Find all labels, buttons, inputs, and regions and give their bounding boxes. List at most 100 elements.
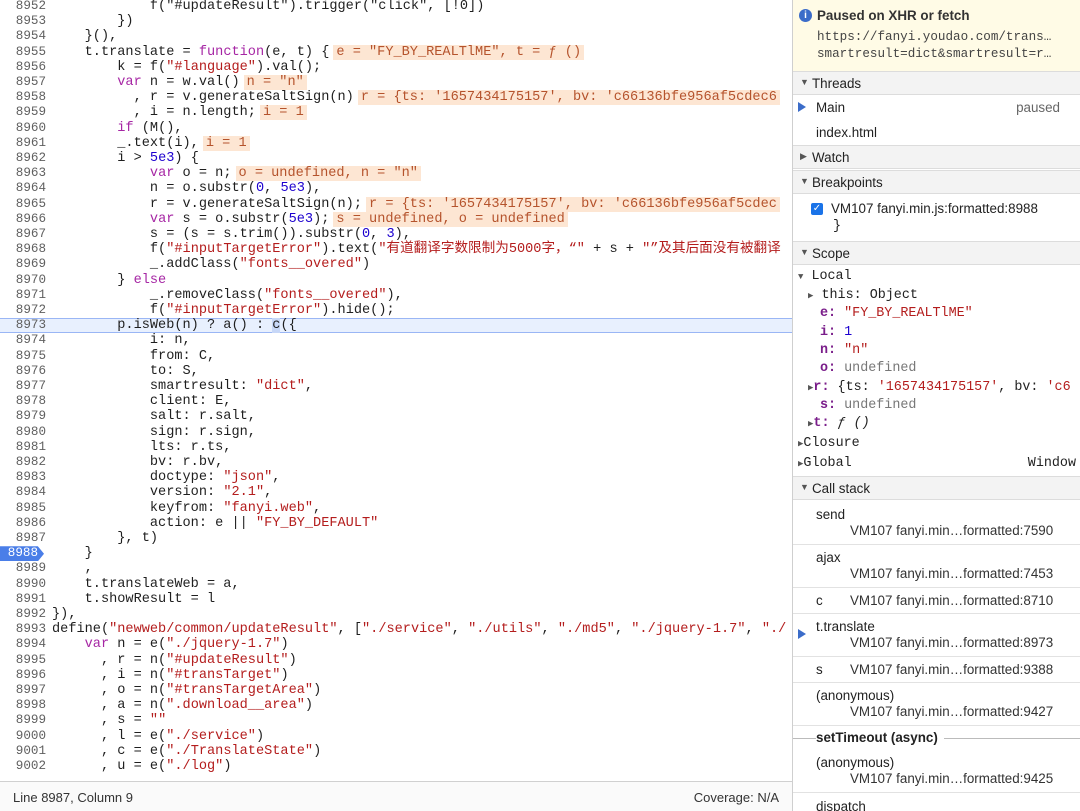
thread-index[interactable]: index.html (793, 120, 1080, 145)
line-number[interactable]: 9000 (0, 729, 46, 744)
code-line[interactable]: 8979 salt: r.salt, (0, 409, 792, 424)
line-number[interactable]: 8966 (0, 212, 46, 227)
thread-main[interactable]: Main paused (793, 95, 1080, 120)
line-number[interactable]: 8956 (0, 60, 46, 75)
line-number[interactable]: 8995 (0, 653, 46, 668)
line-number[interactable]: 8986 (0, 516, 46, 531)
code-line[interactable]: 8991 t.showResult = l (0, 592, 792, 607)
callstack-frame[interactable]: ajax VM107 fanyi.min…formatted:7453 (793, 545, 1080, 587)
code-line[interactable]: 8996 , i = n("#transTarget") (0, 668, 792, 683)
line-number[interactable]: 8985 (0, 501, 46, 516)
line-number[interactable]: 8987 (0, 531, 46, 546)
callstack-frame[interactable]: s VM107 fanyi.min…formatted:9388 (793, 657, 1080, 682)
code-line[interactable]: 8959 , i = n.length; i = 1 (0, 105, 792, 121)
breakpoint-item[interactable]: ✓ VM107 fanyi.min.js:formatted:8988 } (793, 195, 1080, 241)
line-number[interactable]: 8954 (0, 29, 46, 44)
line-number[interactable]: 8982 (0, 455, 46, 470)
code-line[interactable]: 8956 k = f("#language").val(); (0, 60, 792, 75)
line-number[interactable]: 8953 (0, 14, 46, 29)
line-number[interactable]: 8962 (0, 151, 46, 166)
code-line[interactable]: 8961 _.text(i), i = 1 (0, 135, 792, 151)
line-number[interactable]: 8975 (0, 349, 46, 364)
code-line-current[interactable]: 8973 p.isWeb(n) ? a() : c({ (0, 318, 792, 334)
line-number[interactable]: 8960 (0, 121, 46, 136)
code-line[interactable]: 8990 t.translateWeb = a, (0, 577, 792, 592)
line-number[interactable]: 9001 (0, 744, 46, 759)
line-number[interactable]: 8984 (0, 485, 46, 500)
code-line[interactable]: 9000 , l = e("./service") (0, 729, 792, 744)
code-line[interactable]: 8993 define("newweb/common/updateResult",… (0, 622, 792, 637)
line-number[interactable]: 8955 (0, 45, 46, 60)
line-number[interactable]: 8977 (0, 379, 46, 394)
callstack-frame[interactable]: (anonymous) VM107 fanyi.min…formatted:942… (793, 683, 1080, 725)
source-editor[interactable]: 8952 f("#updateResult").trigger("click",… (0, 0, 792, 781)
code-line[interactable]: 8977 smartresult: "dict", (0, 379, 792, 394)
code-line[interactable]: 8981 lts: r.ts, (0, 440, 792, 455)
code-line[interactable]: 8967 s = (s = s.trim()).substr(0, 3), (0, 227, 792, 242)
code-line[interactable]: 8955 t.translate = function(e, t) {e = "… (0, 44, 792, 60)
scope-var-this[interactable]: ▶ this: Object (808, 287, 918, 305)
code-line[interactable]: 8994 var n = e("./jquery-1.7") (0, 637, 792, 652)
line-number[interactable]: 8957 (0, 75, 46, 90)
code-line[interactable]: 8960 if (M(), (0, 121, 792, 136)
line-number[interactable]: 8989 (0, 561, 46, 576)
scope-section-header[interactable]: ▼ Scope (793, 241, 1080, 265)
code-line[interactable]: 8969 _.addClass("fonts__overed") (0, 257, 792, 272)
line-number[interactable]: 8972 (0, 303, 46, 318)
breakpoint-marker[interactable]: 8988 (0, 546, 44, 562)
code-line[interactable]: 8988 } (0, 546, 792, 562)
line-number[interactable]: 8952 (0, 0, 46, 14)
code-line[interactable]: 8989 , (0, 561, 792, 576)
code-line[interactable]: 8999 , s = "" (0, 713, 792, 728)
callstack-frame[interactable]: dispatch (793, 796, 1080, 811)
breakpoint-checkbox[interactable]: ✓ (811, 203, 823, 215)
callstack-frame[interactable]: send VM107 fanyi.min…formatted:7590 (793, 502, 1080, 544)
code-line[interactable]: 8971 _.removeClass("fonts__overed"), (0, 288, 792, 303)
code-line[interactable]: 8958 , r = v.generateSaltSign(n) r = {ts:… (0, 90, 792, 106)
line-number[interactable]: 8991 (0, 592, 46, 607)
code-line[interactable]: 8987 }, t) (0, 531, 792, 546)
line-number[interactable]: 9002 (0, 759, 46, 774)
line-number[interactable]: 8961 (0, 136, 46, 151)
code-line[interactable]: 8983 doctype: "json", (0, 470, 792, 485)
code-line[interactable]: 8970 } else (0, 273, 792, 288)
code-line[interactable]: 8957 var n = w.val() n = "n" (0, 75, 792, 90)
code-line[interactable]: 8978 client: E, (0, 394, 792, 409)
code-line[interactable]: 8974 i: n, (0, 333, 792, 348)
line-number[interactable]: 8958 (0, 90, 46, 105)
callstack-section-header[interactable]: ▼ Call stack (793, 476, 1080, 500)
scope-var-t[interactable]: ▶t: ƒ () (808, 415, 870, 433)
code-line[interactable]: 8976 to: S, (0, 364, 792, 379)
code-line[interactable]: 8982 bv: r.bv, (0, 455, 792, 470)
line-number[interactable]: 8997 (0, 683, 46, 698)
code-line[interactable]: 8998 , a = n(".download__area") (0, 698, 792, 713)
code-line[interactable]: 8964 n = o.substr(0, 5e3), (0, 181, 792, 196)
callstack-frame[interactable]: t.translate VM107 fanyi.min…formatted:897… (793, 614, 1080, 656)
line-number[interactable]: 8973 (0, 318, 46, 333)
callstack-frame[interactable]: c VM107 fanyi.min…formatted:8710 (793, 588, 1080, 613)
code-line[interactable]: 8965 r = v.generateSaltSign(n); r = {ts: … (0, 196, 792, 212)
scope-local[interactable]: ▼ Local (798, 268, 852, 286)
code-line[interactable]: 8972 f("#inputTargetError").hide(); (0, 303, 792, 318)
code-line[interactable]: 8984 version: "2.1", (0, 485, 792, 500)
scope-global[interactable]: ▶Global Window (798, 455, 1076, 473)
code-line[interactable]: 8986 action: e || "FY_BY_DEFAULT" (0, 516, 792, 531)
breakpoints-section-header[interactable]: ▼ Breakpoints (793, 170, 1080, 194)
code-line[interactable]: 9002 , u = e("./log") (0, 759, 792, 774)
scope-closure[interactable]: ▶Closure (798, 435, 860, 453)
line-number[interactable]: 8965 (0, 197, 46, 212)
line-number[interactable]: 8981 (0, 440, 46, 455)
line-number[interactable]: 8964 (0, 181, 46, 196)
line-number[interactable]: 8994 (0, 637, 46, 652)
line-number[interactable]: 8978 (0, 394, 46, 409)
line-number[interactable]: 8974 (0, 333, 46, 348)
coverage-status[interactable]: Coverage: N/A (694, 790, 779, 805)
line-number[interactable]: 8963 (0, 166, 46, 181)
line-number[interactable]: 8980 (0, 425, 46, 440)
line-number[interactable]: 8970 (0, 273, 46, 288)
code-line[interactable]: 8962 i > 5e3) { (0, 151, 792, 166)
code-line[interactable]: 8966 var s = o.substr(5e3); s = undefined… (0, 211, 792, 227)
line-number[interactable]: 8999 (0, 713, 46, 728)
code-line[interactable]: 8985 keyfrom: "fanyi.web", (0, 501, 792, 516)
code-line[interactable]: 8952 f("#updateResult").trigger("click",… (0, 0, 792, 14)
